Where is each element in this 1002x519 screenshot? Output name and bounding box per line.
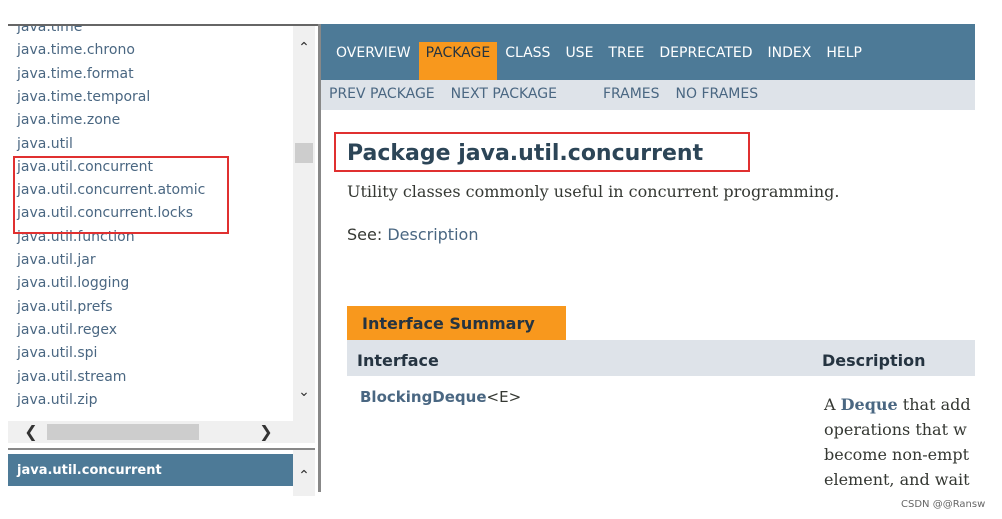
- description-link[interactable]: Description: [387, 225, 478, 244]
- scrollbar-thumb[interactable]: [295, 143, 313, 163]
- table-header: Interface Description: [347, 340, 975, 376]
- package-link[interactable]: java.time: [17, 26, 82, 35]
- column-header-description: Description: [822, 351, 926, 370]
- nav-package[interactable]: PACKAGE: [418, 42, 498, 80]
- nav-use[interactable]: USE: [558, 42, 600, 80]
- scroll-up-icon[interactable]: ⌃: [293, 40, 315, 56]
- package-link[interactable]: java.util: [17, 136, 73, 152]
- sub-nav: PREV PACKAGE NEXT PACKAGE FRAMES NO FRAM…: [321, 80, 975, 110]
- column-header-interface: Interface: [357, 351, 439, 370]
- see-label: See:: [347, 225, 383, 244]
- interface-summary-caption: Interface Summary: [347, 306, 566, 340]
- nav-tree[interactable]: TREE: [601, 42, 651, 80]
- scroll-right-icon[interactable]: ❯: [255, 422, 277, 441]
- selected-package-title[interactable]: java.util.concurrent: [8, 454, 293, 486]
- package-link[interactable]: java.util.jar: [17, 252, 96, 268]
- interface-name[interactable]: BlockingDeque: [360, 388, 487, 406]
- package-list-frame: java.time java.time.chrono java.time.forma…: [8, 24, 320, 496]
- vertical-scrollbar[interactable]: ⌃: [293, 450, 315, 496]
- package-link[interactable]: java.time.format: [17, 66, 134, 82]
- package-link[interactable]: java.util.regex: [17, 322, 117, 338]
- deque-link[interactable]: Deque: [841, 395, 898, 414]
- package-description: Utility classes commonly useful in concu…: [347, 182, 840, 201]
- prev-package-link[interactable]: PREV PACKAGE: [329, 86, 435, 110]
- package-link[interactable]: java.util.spi: [17, 345, 97, 361]
- desc-line: operations that w: [824, 420, 967, 439]
- horizontal-scrollbar[interactable]: ❮ ❯: [8, 421, 315, 443]
- nav-overview[interactable]: OVERVIEW: [329, 42, 418, 80]
- desc-text: A: [824, 395, 841, 414]
- package-link[interactable]: java.util.stream: [17, 369, 126, 385]
- package-link[interactable]: java.util.logging: [17, 275, 129, 291]
- interface-description: A Deque that add operations that w becom…: [824, 392, 971, 492]
- frames-link[interactable]: FRAMES: [603, 86, 660, 110]
- nav-class[interactable]: CLASS: [498, 42, 557, 80]
- class-list-frame: java.util.concurrent ⌃: [8, 448, 315, 496]
- package-link[interactable]: java.util.zip: [17, 392, 98, 408]
- horizontal-scrollbar-thumb[interactable]: [47, 424, 199, 440]
- page-title: Package java.util.concurrent: [347, 141, 704, 166]
- package-link[interactable]: java.time.temporal: [17, 89, 150, 105]
- see-line: See: Description: [347, 225, 478, 244]
- package-link[interactable]: java.time.chrono: [17, 42, 135, 58]
- package-link[interactable]: java.time.zone: [17, 112, 120, 128]
- scroll-down-icon[interactable]: ⌄: [293, 384, 315, 400]
- top-nav: OVERVIEW PACKAGE CLASS USE TREE DEPRECATED IND…: [321, 24, 975, 80]
- scroll-left-icon[interactable]: ❮: [20, 422, 42, 441]
- desc-line: become non-empt: [824, 445, 969, 464]
- type-param: <E>: [486, 388, 522, 406]
- highlight-box: [13, 156, 229, 234]
- scroll-up-icon[interactable]: ⌃: [293, 468, 315, 484]
- vertical-scrollbar[interactable]: ⌃ ⌄: [293, 26, 315, 421]
- no-frames-link[interactable]: NO FRAMES: [676, 86, 759, 110]
- interface-link[interactable]: BlockingDeque<E>: [360, 388, 521, 406]
- nav-help[interactable]: HELP: [819, 42, 869, 80]
- watermark: CSDN @@Ransw: [901, 499, 986, 510]
- nav-index[interactable]: INDEX: [761, 42, 819, 80]
- next-package-link[interactable]: NEXT PACKAGE: [451, 86, 557, 110]
- desc-line: element, and wait: [824, 470, 970, 489]
- package-content-frame: OVERVIEW PACKAGE CLASS USE TREE DEPRECATED IND…: [321, 24, 975, 492]
- nav-deprecated[interactable]: DEPRECATED: [652, 42, 759, 80]
- desc-text: that add: [897, 395, 971, 414]
- package-link[interactable]: java.util.prefs: [17, 299, 113, 315]
